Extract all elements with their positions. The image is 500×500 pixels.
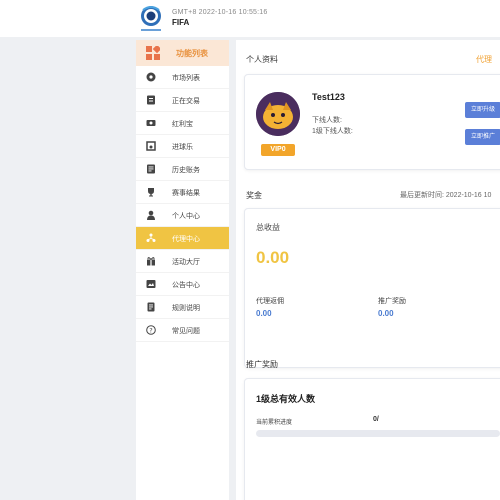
progress-label: 当前累积进度 xyxy=(256,420,293,426)
promote-button[interactable]: 立即推广 xyxy=(465,129,500,145)
top-bar: GMT+8 2022-10-16 10:55:16 FIFA xyxy=(0,0,500,37)
bonus-card xyxy=(244,208,500,368)
sidebar-title: 功能列表 xyxy=(176,49,208,58)
sidebar-header: 功能列表 xyxy=(136,40,229,66)
gift-icon xyxy=(146,256,156,266)
username: Test123 xyxy=(312,92,345,102)
total-earnings-label: 总收益 xyxy=(256,223,280,232)
sidebar-item-label: 代理中心 xyxy=(172,236,200,243)
sidebar-item[interactable]: 活动大厅 xyxy=(136,250,229,273)
sidebar-item-label: 赛事结果 xyxy=(172,190,200,197)
avatar-image xyxy=(256,92,300,136)
sidebar-item[interactable]: ? 常见问题 xyxy=(136,319,229,342)
sidebar-item-label: 历史账务 xyxy=(172,167,200,174)
avatar xyxy=(256,92,300,136)
sidebar-item-label: 公告中心 xyxy=(172,282,200,289)
agent-icon xyxy=(146,233,156,243)
sidebar-item[interactable]: 公告中心 xyxy=(136,273,229,296)
total-earnings-value: 0.00 xyxy=(256,248,290,267)
profile-section-title: 个人资料 xyxy=(246,55,278,64)
sidebar-item[interactable]: 进球乐 xyxy=(136,135,229,158)
history-icon xyxy=(146,164,156,174)
dividend-icon xyxy=(146,118,156,128)
sidebar-item-label: 市场列表 xyxy=(172,75,200,82)
sidebar-item-label: 个人中心 xyxy=(172,213,200,220)
sidebar-item[interactable]: 代理中心 xyxy=(136,227,229,250)
promo-reward-value: 0.00 xyxy=(378,309,394,318)
effective-count-title: 1级总有效人数 xyxy=(256,394,316,404)
notice-icon xyxy=(146,279,156,289)
level1-downline-label: 1级下线人数: xyxy=(312,128,353,135)
sidebar-item-label: 常见问题 xyxy=(172,328,200,335)
upgrade-button[interactable]: 立即升级 xyxy=(465,102,500,118)
soccer-ball-icon xyxy=(146,72,156,82)
sidebar: 功能列表 市场列表正在交易红利宝进球乐历史账务赛事结果个人中心代理中心活动大厅公… xyxy=(136,40,229,500)
downline-count-label: 下线人数: xyxy=(312,117,342,124)
last-update-time: 最后更新时间: 2022-10-16 10 xyxy=(400,192,492,199)
sidebar-item-label: 规则说明 xyxy=(172,305,200,312)
agent-link[interactable]: 代理 xyxy=(476,54,492,65)
function-list-icon xyxy=(146,46,160,60)
svg-text:?: ? xyxy=(149,326,152,334)
sidebar-item[interactable]: 个人中心 xyxy=(136,204,229,227)
progress-bar xyxy=(256,430,500,437)
sidebar-item-label: 正在交易 xyxy=(172,98,200,105)
sidebar-item[interactable]: 历史账务 xyxy=(136,158,229,181)
sidebar-item-label: 红利宝 xyxy=(172,121,193,128)
bonus-section-title: 奖金 xyxy=(246,191,262,200)
promo-section-title: 推广奖励 xyxy=(246,360,278,369)
progress-value: 0/ xyxy=(373,416,379,423)
sidebar-item[interactable]: 红利宝 xyxy=(136,112,229,135)
agent-rebate-label: 代理返佣 xyxy=(256,298,284,305)
main-content: 个人资料 代理 VIP0 Test123 下线人数: 1级下线人数: 立即升级 … xyxy=(236,40,500,500)
sidebar-item[interactable]: 赛事结果 xyxy=(136,181,229,204)
sidebar-item[interactable]: 正在交易 xyxy=(136,89,229,112)
vip-badge: VIP0 xyxy=(261,144,295,156)
agent-rebate-value: 0.00 xyxy=(256,309,272,318)
goal-icon xyxy=(146,141,156,151)
brand-title: FIFA xyxy=(172,18,190,27)
promo-reward-label: 推广奖励 xyxy=(378,298,406,305)
timezone-time: GMT+8 2022-10-16 10:55:16 xyxy=(172,9,268,16)
sidebar-item[interactable]: 规则说明 xyxy=(136,296,229,319)
question-icon: ? xyxy=(146,325,156,335)
trade-icon xyxy=(146,95,156,105)
fifa-logo-icon[interactable] xyxy=(137,4,165,34)
sidebar-item[interactable]: 市场列表 xyxy=(136,66,229,89)
sidebar-item-label: 进球乐 xyxy=(172,144,193,151)
trophy-icon xyxy=(146,187,156,197)
user-icon xyxy=(146,210,156,220)
sidebar-item-label: 活动大厅 xyxy=(172,259,200,266)
rules-icon xyxy=(146,302,156,312)
